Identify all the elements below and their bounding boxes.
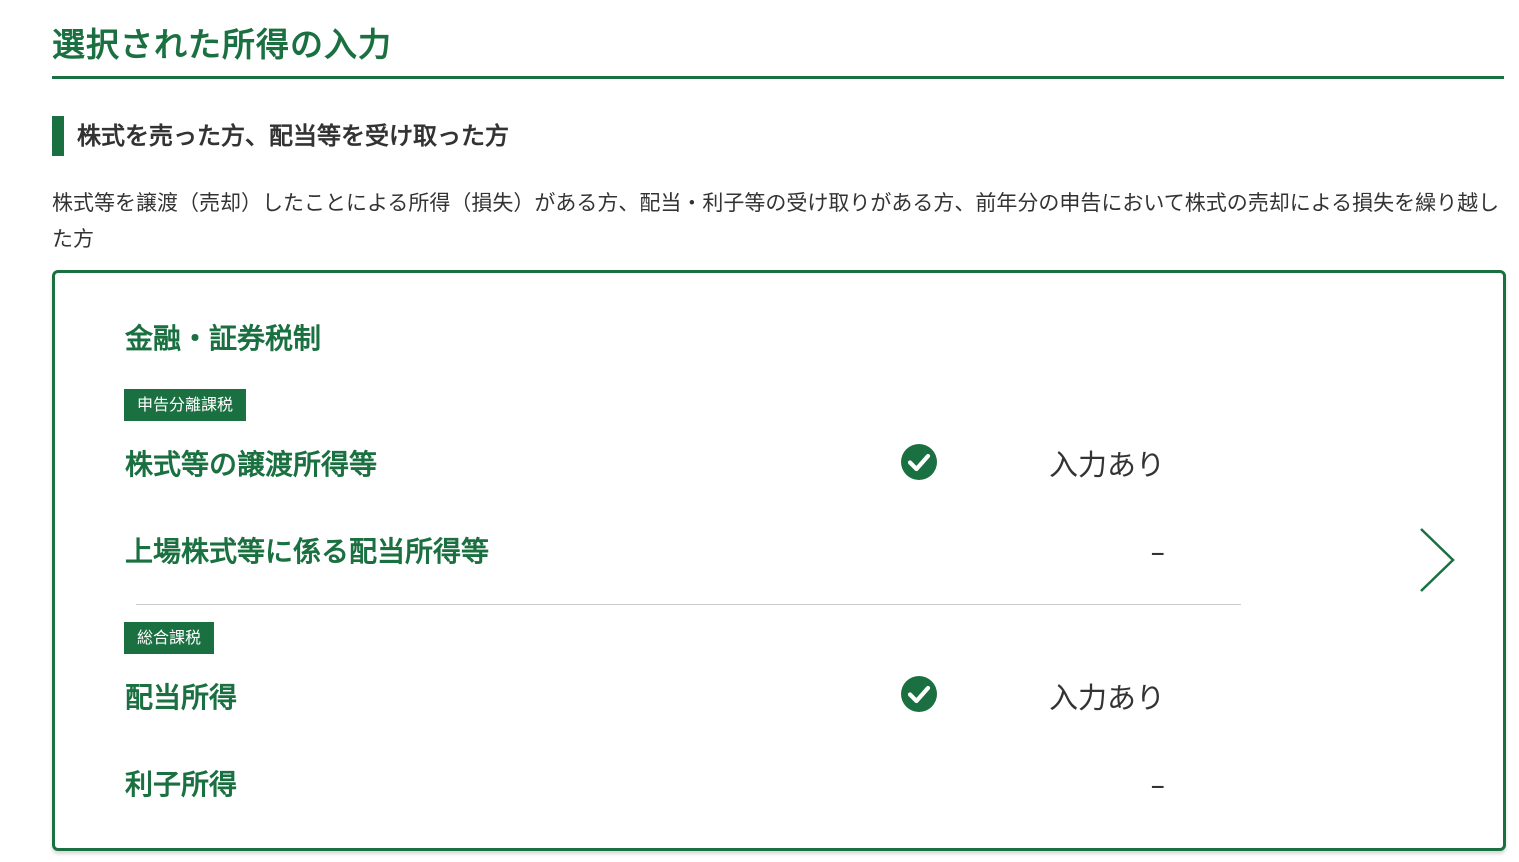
- card-title: 金融・証券税制: [125, 322, 322, 355]
- row-status-dividend-income: 入力あり: [1048, 681, 1165, 715]
- row-status-listed-stock-dividend-income: –: [1150, 535, 1166, 569]
- page-title: 選択された所得の入力: [52, 25, 392, 64]
- section-description: 株式等を譲渡（売却）したことによる所得（損失）がある方、配当・利子等の受け取りが…: [52, 191, 1500, 251]
- row-label-listed-stock-dividend-income: 上場株式等に係る配当所得等: [125, 535, 490, 568]
- badge-separate-taxation: 申告分離課税: [124, 389, 247, 421]
- chevron-right-icon[interactable]: [1417, 527, 1457, 593]
- financial-securities-card[interactable]: 金融・証券税制 申告分離課税 株式等の譲渡所得等 入力あり 上場株式等に係る配当…: [52, 270, 1506, 851]
- group-divider: [136, 604, 1241, 605]
- badge-comprehensive-taxation: 総合課税: [124, 622, 215, 654]
- row-label-dividend-income: 配当所得: [125, 681, 238, 714]
- row-status-stock-transfer-income: 入力あり: [1048, 448, 1165, 482]
- row-status-interest-income: –: [1150, 768, 1166, 802]
- row-label-interest-income: 利子所得: [125, 768, 238, 801]
- title-underline: [52, 76, 1504, 79]
- row-label-stock-transfer-income: 株式等の譲渡所得等: [125, 448, 378, 481]
- section-heading: 株式を売った方、配当等を受け取った方: [77, 122, 509, 150]
- check-circle-icon: [901, 444, 937, 480]
- check-circle-icon: [901, 676, 937, 712]
- section-heading-marker: [52, 116, 64, 156]
